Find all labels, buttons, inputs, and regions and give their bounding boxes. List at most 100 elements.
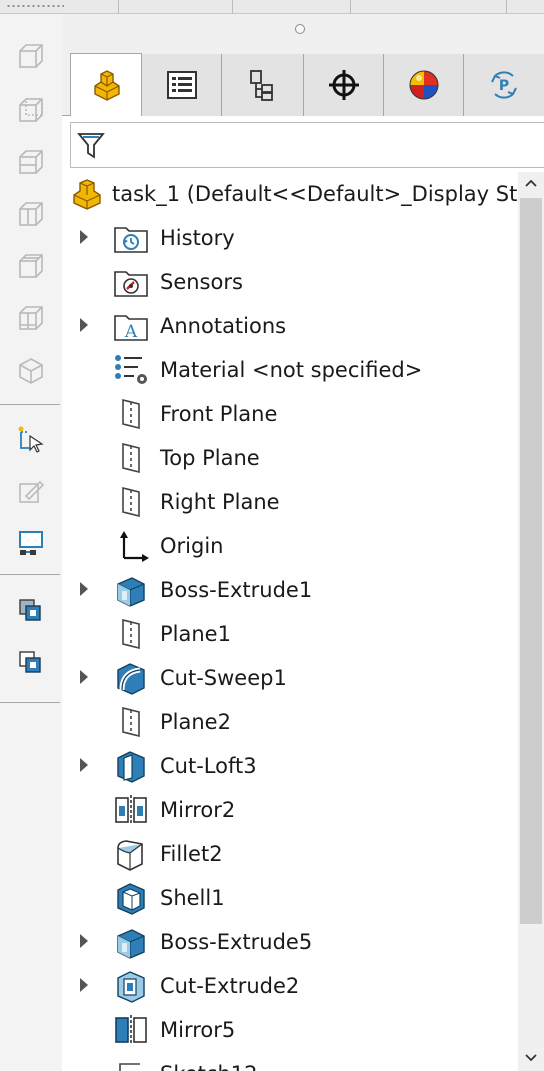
tree-item-cut-sweep1[interactable]: Cut-Sweep1: [62, 656, 518, 700]
toolbar-divider: [0, 574, 60, 575]
toolbar-separator: [232, 0, 233, 14]
tree-item-cut-loft3[interactable]: Cut-Loft3: [62, 744, 518, 788]
tab-configurationmanager[interactable]: [222, 54, 304, 116]
tree-item-fillet2[interactable]: Fillet2: [62, 832, 518, 876]
view-cube-top-icon[interactable]: [14, 250, 48, 284]
view-isometric-icon[interactable]: [14, 354, 48, 388]
tree-item-label: Material <not specified>: [160, 358, 423, 382]
expand-arrow-icon[interactable]: [80, 978, 88, 992]
chevron-down-icon: [525, 1054, 537, 1062]
plane-icon: [122, 618, 140, 650]
manager-tabs: P: [62, 53, 544, 116]
boss-extrude-icon: [117, 577, 145, 607]
tree-item-mirror5[interactable]: Mirror5: [62, 1008, 518, 1052]
paste-feature-icon[interactable]: [14, 646, 48, 680]
tree-item-label: Annotations: [160, 314, 287, 338]
tab-propertymanager[interactable]: [142, 54, 222, 116]
sensors-icon: [114, 271, 148, 297]
plane-icon: [122, 398, 140, 430]
tree-item-label: Boss-Extrude5: [160, 930, 313, 954]
expand-arrow-icon[interactable]: [80, 230, 88, 244]
tree-root-part[interactable]: task_1 (Default<<Default>_Display Sta: [62, 172, 518, 216]
tree-item-label: Cut-Sweep1: [160, 666, 287, 690]
crosshair-icon: [328, 70, 359, 100]
expand-arrow-icon[interactable]: [80, 670, 88, 684]
tree-item-origin[interactable]: Origin: [62, 524, 518, 568]
shell-icon: [117, 883, 145, 915]
tab-cam[interactable]: P: [464, 54, 544, 116]
filter-funnel-icon[interactable]: [77, 131, 105, 161]
feature-tree: task_1 (Default<<Default>_Display Sta Hi…: [62, 172, 518, 1071]
tab-dimxpertmanager[interactable]: [304, 54, 384, 116]
tree-item-top-plane[interactable]: Top Plane: [62, 436, 518, 480]
display-pane-icon[interactable]: [14, 526, 48, 560]
property-list-icon: [166, 71, 197, 99]
scroll-up-button[interactable]: [518, 172, 544, 194]
tree-item-material[interactable]: Material <not specified>: [62, 348, 518, 392]
tree-item-mirror2[interactable]: Mirror2: [62, 788, 518, 832]
tree-item-plane2[interactable]: Plane2: [62, 700, 518, 744]
cut-loft-icon: [117, 751, 145, 783]
tree-item-shell1[interactable]: Shell1: [62, 876, 518, 920]
tree-item-front-plane[interactable]: Front Plane: [62, 392, 518, 436]
part-icon: [73, 179, 101, 210]
chevron-up-icon: [525, 179, 537, 187]
cut-sweep-icon: [117, 663, 145, 695]
panel-header: [62, 14, 544, 54]
cam-icon: P: [491, 71, 517, 99]
view-cube-bottom-icon[interactable]: [14, 302, 48, 336]
tree-item-boss-extrude1[interactable]: Boss-Extrude1: [62, 568, 518, 612]
tree-item-sensors[interactable]: Sensors: [62, 260, 518, 304]
tree-item-label: Origin: [160, 534, 224, 558]
tree-root-label: task_1 (Default<<Default>_Display Sta: [112, 182, 518, 206]
expand-arrow-icon[interactable]: [80, 582, 88, 596]
grip-handle[interactable]: [6, 4, 64, 8]
expand-arrow-icon[interactable]: [80, 758, 88, 772]
part-icon: [94, 70, 120, 101]
tree-scrollbar[interactable]: [518, 172, 544, 1071]
toolbar-divider: [0, 702, 60, 703]
tree-item-right-plane[interactable]: Right Plane: [62, 480, 518, 524]
view-cube-back-icon[interactable]: [14, 94, 48, 128]
origin-icon: [120, 531, 149, 562]
expand-arrow-icon[interactable]: [80, 318, 88, 332]
tree-item-cut-extrude2[interactable]: Cut-Extrude2: [62, 964, 518, 1008]
tree-item-sketch12[interactable]: Sketch12: [62, 1052, 518, 1071]
tree-item-label: Sensors: [160, 270, 243, 294]
view-cube-left-icon[interactable]: [14, 146, 48, 180]
toolbar-separator: [350, 0, 351, 14]
select-sketch-icon[interactable]: [14, 422, 48, 456]
tree-item-boss-extrude5[interactable]: Boss-Extrude5: [62, 920, 518, 964]
tree-item-label: Mirror5: [160, 1018, 236, 1042]
scroll-thumb[interactable]: [520, 198, 542, 924]
tree-item-label: History: [160, 226, 235, 250]
collapse-panel-dot[interactable]: [295, 24, 305, 34]
tree-item-label: Right Plane: [160, 490, 280, 514]
scroll-down-button[interactable]: [518, 1047, 544, 1069]
fillet-icon: [117, 840, 143, 871]
mirror-icon: [115, 795, 147, 825]
tree-item-label: Plane1: [160, 622, 231, 646]
tab-featuremanager[interactable]: [70, 53, 142, 116]
copy-feature-icon[interactable]: [14, 594, 48, 628]
view-cube-front-icon[interactable]: [14, 40, 48, 74]
edit-sketch-icon[interactable]: [14, 474, 48, 508]
tree-item-label: Sketch12: [160, 1060, 257, 1071]
top-toolbar-strip: [0, 0, 544, 14]
history-folder-icon: [114, 227, 148, 253]
tree-item-label: Mirror2: [160, 798, 236, 822]
svg-text:A: A: [124, 322, 138, 342]
tree-filter-box[interactable]: [70, 122, 544, 168]
tree-item-plane1[interactable]: Plane1: [62, 612, 518, 656]
expand-arrow-icon[interactable]: [80, 934, 88, 948]
view-cube-right-icon[interactable]: [14, 198, 48, 232]
boss-extrude-icon: [117, 929, 145, 959]
tree-item-label: Boss-Extrude1: [160, 578, 313, 602]
tree-item-label: Cut-Loft3: [160, 754, 257, 778]
tab-displaymanager[interactable]: [384, 54, 464, 116]
cut-extrude-icon: [117, 971, 145, 1003]
appearance-ball-icon: [409, 70, 438, 100]
featuremanager-panel: P task_1 (Default<<Default>_Display Sta …: [62, 14, 544, 1071]
tree-item-annotations[interactable]: A Annotations: [62, 304, 518, 348]
tree-item-history[interactable]: History: [62, 216, 518, 260]
